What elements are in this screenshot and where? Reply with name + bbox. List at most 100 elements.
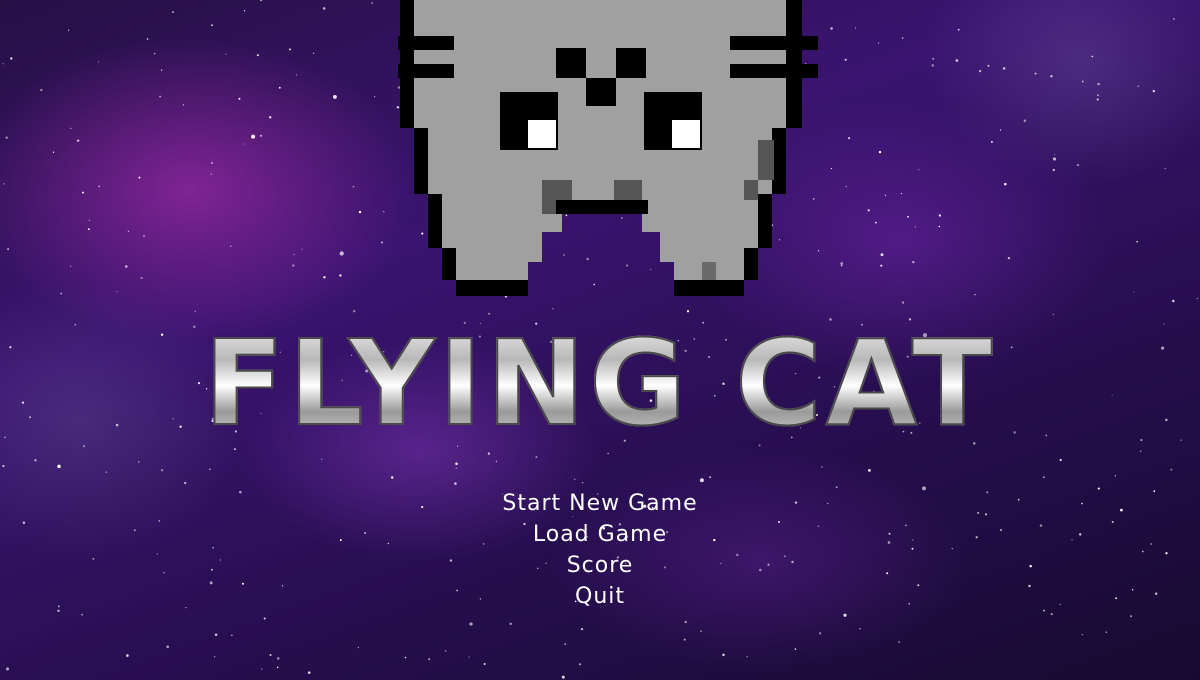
star — [244, 143, 246, 145]
star — [880, 264, 883, 267]
star — [81, 191, 85, 194]
star — [1105, 631, 1107, 633]
star — [10, 57, 13, 60]
menu-item-score[interactable]: Score — [0, 550, 1200, 581]
star — [1054, 154, 1056, 156]
star — [898, 641, 900, 643]
star — [1091, 55, 1094, 58]
star — [722, 653, 725, 657]
star — [709, 476, 712, 479]
star — [321, 458, 323, 460]
star — [1002, 67, 1006, 70]
star — [1081, 80, 1084, 83]
star — [159, 95, 162, 98]
star — [3, 183, 5, 185]
star — [312, 52, 315, 54]
star — [455, 467, 457, 469]
star — [978, 69, 982, 73]
star — [357, 646, 360, 649]
star — [256, 54, 259, 57]
star — [261, 668, 263, 670]
star — [2, 464, 5, 468]
star — [70, 127, 72, 130]
star — [88, 219, 90, 222]
star — [564, 643, 567, 645]
star — [140, 276, 143, 280]
star — [293, 253, 295, 256]
star — [746, 655, 748, 658]
star — [243, 10, 246, 12]
star — [1114, 475, 1117, 477]
star — [957, 28, 960, 31]
star — [840, 262, 844, 265]
star — [561, 675, 565, 679]
star — [699, 478, 704, 483]
star — [194, 310, 196, 312]
menu-item-load-game[interactable]: Load Game — [0, 519, 1200, 550]
star — [404, 656, 407, 659]
star — [182, 104, 185, 106]
star — [146, 38, 149, 40]
star — [105, 471, 108, 473]
star — [87, 228, 90, 231]
star — [1034, 72, 1037, 75]
star — [607, 452, 609, 455]
star — [1050, 613, 1053, 616]
star — [845, 185, 847, 188]
star — [52, 151, 55, 153]
cat-whisker — [398, 64, 454, 78]
star — [884, 194, 887, 196]
star — [5, 667, 10, 671]
star — [683, 638, 686, 641]
star — [34, 459, 37, 462]
star — [684, 620, 687, 624]
star — [138, 176, 141, 179]
star — [907, 215, 909, 218]
star — [1096, 98, 1099, 101]
star — [214, 633, 218, 637]
star — [1173, 18, 1175, 20]
cat-shadow — [702, 262, 716, 280]
star — [184, 481, 187, 485]
star — [854, 27, 857, 29]
star — [912, 260, 915, 264]
star — [878, 150, 882, 154]
cat-whisker — [398, 36, 454, 50]
star — [1130, 615, 1133, 618]
menu-item-quit[interactable]: Quit — [0, 581, 1200, 612]
star — [276, 666, 279, 669]
star — [323, 276, 326, 279]
star — [1050, 75, 1053, 78]
cat-whisker — [730, 64, 818, 78]
star — [69, 265, 72, 267]
star — [277, 657, 280, 660]
star — [352, 309, 356, 313]
cat-whisker — [730, 36, 818, 50]
star — [455, 462, 458, 466]
star — [859, 628, 861, 630]
star — [153, 52, 156, 55]
star — [1076, 163, 1080, 167]
star — [339, 274, 342, 277]
star — [301, 248, 303, 250]
menu-item-start-new-game[interactable]: Start New Game — [0, 488, 1200, 519]
star — [1007, 256, 1011, 260]
star — [1052, 313, 1054, 316]
star — [1170, 468, 1173, 471]
star — [295, 74, 298, 76]
star — [999, 129, 1002, 131]
star — [794, 648, 797, 650]
star — [843, 613, 847, 617]
star — [868, 469, 871, 472]
star — [2, 63, 4, 65]
star — [914, 226, 916, 228]
cat-shadow — [758, 140, 774, 180]
cat-nose — [616, 48, 646, 78]
star — [166, 645, 169, 649]
star — [955, 59, 959, 62]
star — [1196, 297, 1198, 299]
star — [7, 248, 10, 251]
star — [1139, 450, 1142, 452]
star — [1172, 299, 1175, 303]
star — [483, 663, 486, 665]
